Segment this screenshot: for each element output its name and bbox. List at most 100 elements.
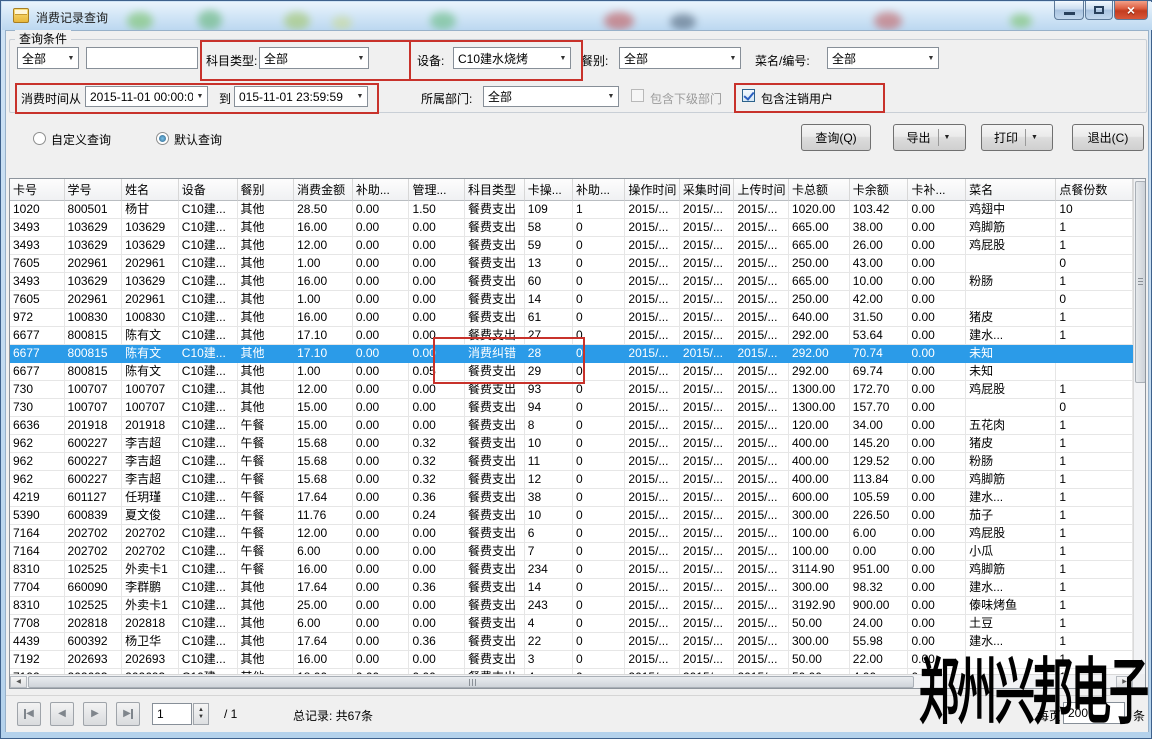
table-cell: 234: [525, 561, 573, 579]
background-blob: [670, 14, 696, 30]
table-row[interactable]: 6677800815陈有文C10建...其他17.100.000.00餐费支出2…: [10, 327, 1133, 345]
table-cell: 2015/...: [734, 363, 789, 381]
maximize-button[interactable]: [1085, 1, 1113, 20]
table-cell: 0: [573, 543, 625, 561]
table-row[interactable]: 972100830100830C10建...其他16.000.000.00餐费支…: [10, 309, 1133, 327]
meal-type-select[interactable]: 全部▼: [619, 47, 741, 69]
next-page-button[interactable]: ▶: [83, 702, 107, 726]
column-header[interactable]: 采集时间: [680, 179, 735, 201]
time-from-select[interactable]: 2015-11-01 00:00:0▼: [85, 86, 208, 107]
custom-query-radio[interactable]: [33, 132, 46, 145]
column-header[interactable]: 菜名: [966, 179, 1056, 201]
vertical-scrollbar[interactable]: [1133, 179, 1145, 674]
table-cell: 14: [525, 579, 573, 597]
scroll-right-arrow-icon[interactable]: ▶: [1116, 676, 1133, 688]
subject-type-select[interactable]: 全部▼: [259, 47, 369, 69]
column-header[interactable]: 点餐份数: [1056, 179, 1133, 201]
table-cell: 1: [1056, 237, 1133, 255]
table-cell: 0: [573, 633, 625, 651]
scroll-left-arrow-icon[interactable]: ◀: [10, 676, 27, 688]
column-header[interactable]: 补助...: [353, 179, 410, 201]
column-header[interactable]: 科目类型: [465, 179, 525, 201]
column-header[interactable]: 卡余额: [850, 179, 909, 201]
table-row[interactable]: 3493103629103629C10建...其他16.000.000.00餐费…: [10, 273, 1133, 291]
table-cell: 8: [525, 417, 573, 435]
table-row[interactable]: 3493103629103629C10建...其他12.000.000.00餐费…: [10, 237, 1133, 255]
column-header[interactable]: 补助...: [573, 179, 625, 201]
column-header[interactable]: 学号: [65, 179, 123, 201]
table-row[interactable]: 1020800501杨甘C10建...其他28.500.001.50餐费支出10…: [10, 201, 1133, 219]
table-cell: C10建...: [179, 597, 238, 615]
table-cell: 157.70: [850, 399, 909, 417]
minimize-button[interactable]: [1054, 1, 1084, 20]
table-row[interactable]: 4219601127任玥瑾C10建...午餐17.640.000.36餐费支出3…: [10, 489, 1133, 507]
column-header[interactable]: 消费金额: [294, 179, 353, 201]
first-page-button[interactable]: ◀: [17, 702, 41, 726]
exit-button[interactable]: 退出(C): [1072, 124, 1144, 151]
table-cell: 4219: [10, 489, 65, 507]
table-row[interactable]: 7164202702202702C10建...午餐6.000.000.00餐费支…: [10, 543, 1133, 561]
table-cell: 94: [525, 399, 573, 417]
table-row[interactable]: 3493103629103629C10建...其他16.000.000.00餐费…: [10, 219, 1133, 237]
table-row[interactable]: 6677800815陈有文C10建...其他17.100.000.00消费纠错2…: [10, 345, 1133, 363]
table-cell: 2015/...: [625, 615, 680, 633]
table-row[interactable]: 7708202818202818C10建...其他6.000.000.00餐费支…: [10, 615, 1133, 633]
horizontal-scrollbar[interactable]: ◀ ▶: [10, 674, 1133, 688]
table-cell: 1: [1056, 543, 1133, 561]
table-row[interactable]: 5390600839夏文俊C10建...午餐11.760.000.24餐费支出1…: [10, 507, 1133, 525]
table-row[interactable]: 8310102525外卖卡1C10建...其他25.000.000.00餐费支出…: [10, 597, 1133, 615]
per-page-input[interactable]: [1063, 702, 1125, 724]
filter-scope-select[interactable]: 全部▼: [17, 47, 79, 69]
chevron-down-icon: ▼: [64, 55, 78, 62]
column-header[interactable]: 设备: [179, 179, 238, 201]
column-header[interactable]: 卡号: [10, 179, 65, 201]
dish-name-select[interactable]: 全部▼: [827, 47, 939, 69]
column-header[interactable]: 卡总额: [789, 179, 850, 201]
column-header[interactable]: 卡操...: [525, 179, 573, 201]
search-button[interactable]: 查询(Q): [801, 124, 871, 151]
background-blob: [604, 12, 634, 30]
close-button[interactable]: ×: [1114, 1, 1148, 20]
table-row[interactable]: 730100707100707C10建...其他15.000.000.00餐费支…: [10, 399, 1133, 417]
table-cell: C10建...: [179, 561, 238, 579]
last-page-button[interactable]: ▶: [116, 702, 140, 726]
default-query-radio[interactable]: [156, 132, 169, 145]
keyword-input[interactable]: [86, 47, 198, 69]
table-cell: 100707: [122, 399, 179, 417]
department-select[interactable]: 全部▼: [483, 86, 619, 107]
table-row[interactable]: 730100707100707C10建...其他12.000.000.00餐费支…: [10, 381, 1133, 399]
table-row[interactable]: 4439600392杨卫华C10建...其他17.640.000.36餐费支出2…: [10, 633, 1133, 651]
device-select[interactable]: C10建水烧烤▼: [453, 47, 571, 69]
table-cell: 11.76: [294, 507, 353, 525]
table-cell: 粉肠: [966, 453, 1056, 471]
table-row[interactable]: 7164202702202702C10建...午餐12.000.000.00餐费…: [10, 525, 1133, 543]
table-row[interactable]: 7605202961202961C10建...其他1.000.000.00餐费支…: [10, 255, 1133, 273]
table-cell: 400.00: [789, 453, 850, 471]
include-sub-dept-checkbox[interactable]: [631, 89, 644, 102]
table-row[interactable]: 7605202961202961C10建...其他1.000.000.00餐费支…: [10, 291, 1133, 309]
table-row[interactable]: 6677800815陈有文C10建...其他1.000.000.05餐费支出29…: [10, 363, 1133, 381]
column-header[interactable]: 餐别: [238, 179, 295, 201]
table-cell: 0: [573, 435, 625, 453]
column-header[interactable]: 操作时间: [625, 179, 680, 201]
table-row[interactable]: 962600227李吉超C10建...午餐15.680.000.32餐费支出10…: [10, 435, 1133, 453]
horizontal-scrollbar-thumb[interactable]: [28, 676, 914, 688]
column-header[interactable]: 姓名: [122, 179, 179, 201]
table-row[interactable]: 962600227李吉超C10建...午餐15.680.000.32餐费支出12…: [10, 471, 1133, 489]
table-row[interactable]: 8310102525外卖卡1C10建...午餐16.000.000.00餐费支出…: [10, 561, 1133, 579]
table-row[interactable]: 7192202693202693C10建...其他16.000.000.00餐费…: [10, 651, 1133, 669]
table-row[interactable]: 7704660090李群鹏C10建...其他17.640.000.36餐费支出1…: [10, 579, 1133, 597]
include-cancelled-checkbox[interactable]: [742, 89, 755, 102]
export-button[interactable]: 导出▼: [893, 124, 966, 151]
prev-page-button[interactable]: ◀: [50, 702, 74, 726]
table-row[interactable]: 962600227李吉超C10建...午餐15.680.000.32餐费支出11…: [10, 453, 1133, 471]
column-header[interactable]: 管理...: [409, 179, 465, 201]
vertical-scrollbar-thumb[interactable]: [1135, 181, 1146, 383]
column-header[interactable]: 上传时间: [734, 179, 789, 201]
table-row[interactable]: 6636201918201918C10建...午餐15.000.000.00餐费…: [10, 417, 1133, 435]
time-to-select[interactable]: 015-11-01 23:59:59▼: [234, 86, 368, 107]
print-button[interactable]: 打印▼: [981, 124, 1053, 151]
page-number-spinner[interactable]: ▲▼: [193, 703, 209, 725]
column-header[interactable]: 卡补...: [908, 179, 966, 201]
page-number-input[interactable]: [152, 703, 192, 725]
